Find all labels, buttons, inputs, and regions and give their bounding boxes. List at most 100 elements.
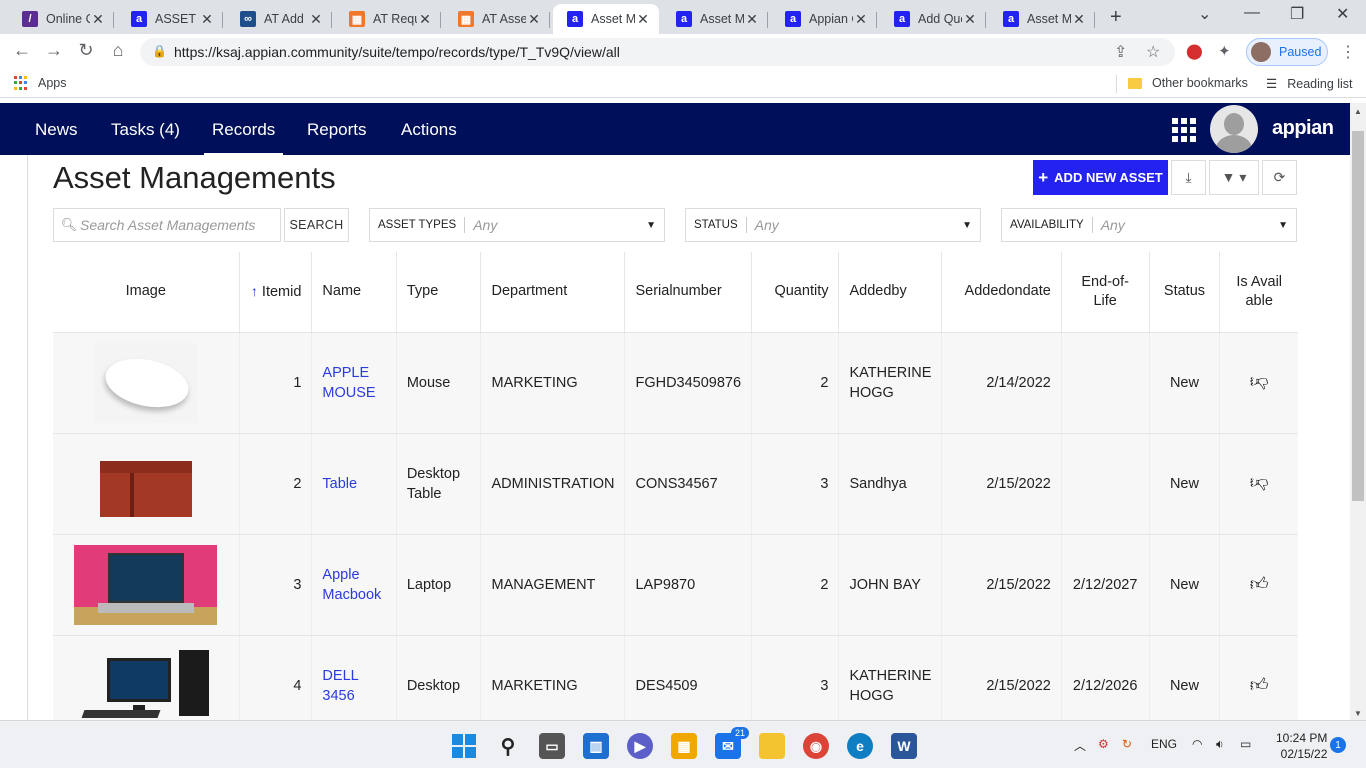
scrollbar-thumb[interactable]	[1352, 131, 1364, 501]
other-bookmarks-label: Other bookmarks	[1152, 76, 1248, 90]
download-icon[interactable]: ⤓	[1171, 160, 1206, 195]
close-tab-icon[interactable]: ✕	[1071, 11, 1087, 28]
bookmark-star-icon[interactable]: ☆	[1146, 42, 1160, 62]
col-quantity[interactable]: Quantity	[751, 252, 840, 333]
language-indicator[interactable]: ENG	[1151, 737, 1177, 751]
search-button[interactable]: SEARCH	[284, 208, 349, 242]
app-launcher-icon[interactable]	[1172, 118, 1196, 142]
nav-reports[interactable]: Reports	[307, 120, 367, 140]
browser-tab[interactable]: ∞ AT Add I ✕	[226, 4, 332, 34]
close-tab-icon[interactable]: ✕	[90, 11, 106, 28]
tab-title: ASSET M	[155, 12, 199, 26]
browser-tab[interactable]: a Appian C✕	[771, 4, 877, 34]
mail-icon[interactable]: ✉ 21	[715, 727, 749, 759]
col-addedby[interactable]: Addedby	[838, 252, 943, 333]
close-tab-icon[interactable]: ✕	[308, 11, 324, 28]
asset-name-link[interactable]: DELL 3456	[322, 668, 358, 704]
clock[interactable]: 10:24 PM 02/15/22	[1276, 730, 1327, 762]
close-window-button[interactable]: ✕	[1336, 4, 1349, 24]
sync-icon[interactable]: ↻	[1122, 737, 1132, 751]
add-new-asset-button[interactable]: + ADD NEW ASSET	[1033, 160, 1168, 195]
word-icon[interactable]: W	[891, 733, 917, 759]
asset-image[interactable]	[74, 544, 218, 625]
close-tab-icon[interactable]: ✕	[744, 11, 760, 28]
asset-name-link[interactable]: APPLE MOUSE	[322, 365, 375, 401]
filter-icon[interactable]: ▼ ▾	[1209, 160, 1259, 195]
chrome-icon[interactable]: ◉	[803, 733, 829, 759]
wifi-icon[interactable]: ◠	[1192, 737, 1202, 751]
browser-tab[interactable]: a Asset M ✕	[662, 4, 768, 34]
col-itemid[interactable]: ↑ Itemid	[239, 252, 313, 333]
browser-tab[interactable]: a Asset M ✕	[989, 4, 1095, 34]
apps-bookmark[interactable]: Apps	[14, 76, 67, 90]
extensions-puzzle-icon[interactable]: ✦	[1218, 42, 1231, 60]
new-tab-button[interactable]: +	[1110, 6, 1122, 29]
tray-app-icon[interactable]: ⚙	[1098, 737, 1109, 751]
asset-image[interactable]	[79, 649, 213, 721]
col-image[interactable]: Image	[53, 252, 240, 333]
page-scrollbar[interactable]: ▲ ▼	[1350, 103, 1366, 720]
browser-tab[interactable]: / Online C ✕	[8, 4, 114, 34]
maximize-button[interactable]: ❐	[1290, 4, 1304, 24]
browser-tab[interactable]: ▦ AT Requ ✕	[335, 4, 441, 34]
search-icon[interactable]: ⚲	[495, 733, 521, 759]
close-tab-icon[interactable]: ✕	[417, 11, 433, 28]
asset-types-filter[interactable]: ASSET TYPES Any ▼	[369, 208, 665, 242]
search-input[interactable]: 🔍︎ Search Asset Managements	[53, 208, 281, 242]
browser-menu-icon[interactable]: ⋮	[1340, 42, 1356, 62]
reload-icon[interactable]: ↻	[74, 40, 98, 61]
edge-icon[interactable]: e	[847, 733, 873, 759]
other-bookmarks[interactable]: Other bookmarks	[1128, 76, 1248, 90]
asset-image[interactable]	[99, 460, 192, 517]
user-avatar[interactable]	[1210, 105, 1258, 153]
file-explorer-icon[interactable]	[759, 733, 785, 759]
store-icon[interactable]: ▦	[671, 733, 697, 759]
notification-badge[interactable]: 1	[1330, 737, 1346, 753]
battery-icon[interactable]: ▭	[1240, 737, 1251, 751]
forward-icon[interactable]: →	[42, 40, 66, 61]
tab-search-icon[interactable]: ⌄	[1198, 4, 1211, 24]
availability-filter[interactable]: AVAILABILITY Any ▼	[1001, 208, 1297, 242]
col-type[interactable]: Type	[396, 252, 482, 333]
minimize-button[interactable]: —	[1244, 4, 1260, 22]
browser-tab[interactable]: a ASSET M✕	[117, 4, 223, 34]
nav-actions[interactable]: Actions	[401, 120, 457, 140]
col-name[interactable]: Name	[311, 252, 397, 333]
status-filter[interactable]: STATUS Any ▼	[685, 208, 981, 242]
volume-icon[interactable]: 🔉︎	[1216, 737, 1224, 752]
reading-list[interactable]: ☰ Reading list	[1266, 76, 1353, 92]
col-end-of-life[interactable]: End-of-Life	[1061, 252, 1150, 333]
browser-tab[interactable]: ▦ AT Asset ✕	[444, 4, 550, 34]
close-tab-icon[interactable]: ✕	[199, 11, 215, 28]
refresh-icon[interactable]: ⟳	[1262, 160, 1297, 195]
back-icon[interactable]: ←	[10, 40, 34, 61]
asset-name-link[interactable]: Table	[322, 476, 357, 492]
col-department[interactable]: Department	[480, 252, 626, 333]
close-tab-icon[interactable]: ✕	[526, 11, 542, 28]
asset-name-link[interactable]: Apple Macbook	[322, 567, 381, 603]
task-view-icon[interactable]: ▭	[539, 733, 565, 759]
extension-icon[interactable]: ⬤	[1186, 42, 1203, 60]
col-is-available[interactable]: Is Available	[1219, 252, 1298, 333]
share-icon[interactable]: ⇪	[1114, 42, 1127, 62]
start-icon[interactable]	[451, 733, 477, 759]
col-status[interactable]: Status	[1149, 252, 1221, 333]
col-addedondate[interactable]: Addedondate	[941, 252, 1062, 333]
browser-tab[interactable]: a Asset M ✕	[553, 4, 659, 34]
profile-button[interactable]: Paused	[1246, 38, 1328, 66]
address-bar[interactable]: 🔒 https://ksaj.appian.community/suite/te…	[140, 38, 1175, 66]
nav-tasks[interactable]: Tasks (4)	[111, 120, 180, 140]
asset-image[interactable]	[94, 342, 197, 423]
col-serialnumber[interactable]: Serialnumber	[624, 252, 753, 333]
nav-news[interactable]: News	[35, 120, 78, 140]
show-hidden-icons[interactable]: ︿	[1074, 737, 1086, 754]
close-tab-icon[interactable]: ✕	[635, 11, 651, 28]
browser-tab[interactable]: a Add Que✕	[880, 4, 986, 34]
teams-chat-icon[interactable]: ▶	[627, 733, 653, 759]
close-tab-icon[interactable]: ✕	[962, 11, 978, 28]
nav-records[interactable]: Records	[203, 120, 284, 157]
widgets-icon[interactable]: ▥	[583, 733, 609, 759]
url-text[interactable]: https://ksaj.appian.community/suite/temp…	[174, 44, 620, 60]
close-tab-icon[interactable]: ✕	[853, 11, 869, 28]
home-icon[interactable]: ⌂	[106, 40, 130, 61]
